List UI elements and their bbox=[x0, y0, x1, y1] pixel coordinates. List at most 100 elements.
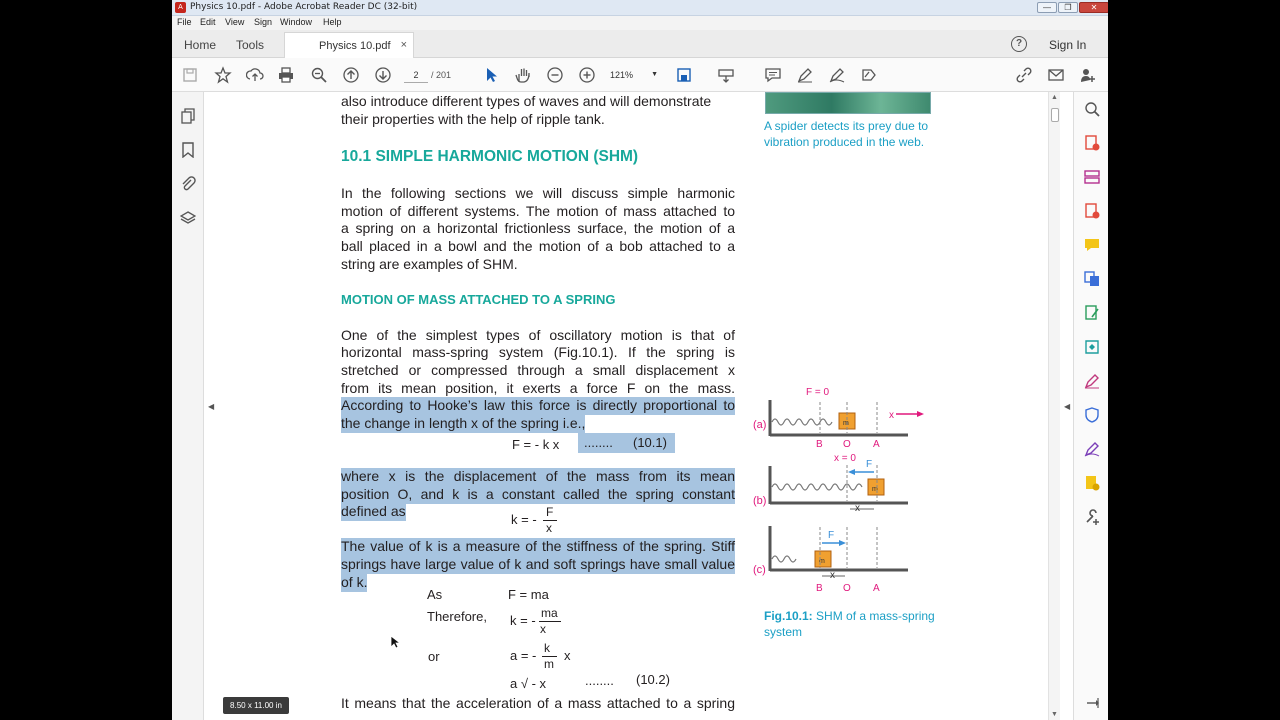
sign-in-link[interactable]: Sign In bbox=[1049, 38, 1086, 52]
edit-pdf-icon[interactable] bbox=[1084, 305, 1100, 321]
equation-10-1: F = - k x bbox=[512, 437, 560, 452]
para1-line-2: motion of different systems. The motion … bbox=[341, 203, 735, 219]
figure-caption-line-1: Fig.10.1: SHM of a mass-spring bbox=[764, 608, 935, 624]
scroll-down-icon[interactable]: ▼ bbox=[1051, 711, 1058, 718]
stiffness-line-3[interactable]: of k. bbox=[341, 574, 368, 592]
bookmark-star-icon[interactable] bbox=[214, 66, 232, 84]
vertical-scrollbar[interactable]: ▲ ▼ bbox=[1048, 92, 1060, 720]
highlight-pen-icon[interactable] bbox=[796, 66, 814, 84]
keyboard-tool-icon[interactable] bbox=[717, 66, 735, 84]
stiffness-line-2[interactable]: springs have large value of k and soft s… bbox=[341, 556, 735, 574]
therefore-equation: k = - bbox=[510, 613, 536, 628]
combine-files-icon[interactable] bbox=[1084, 271, 1100, 287]
protect-icon[interactable] bbox=[1084, 407, 1100, 423]
equation-10-1-highlight[interactable]: ........ (10.1) bbox=[578, 433, 675, 453]
menu-bar: File Edit View Sign Window Help bbox=[172, 16, 1108, 30]
add-user-icon[interactable] bbox=[1079, 66, 1097, 84]
para2-line-2: horizontal mass-spring system (Fig.10.1)… bbox=[341, 344, 735, 360]
previous-page-icon[interactable] bbox=[342, 66, 360, 84]
para1-line-5: string are examples of SHM. bbox=[341, 256, 518, 272]
label-A-a: A bbox=[873, 439, 880, 450]
help-icon[interactable]: ? bbox=[1011, 36, 1027, 52]
label-a: (a) bbox=[753, 419, 766, 431]
label-x0: x = 0 bbox=[834, 453, 856, 464]
tab-tools[interactable]: Tools bbox=[236, 38, 264, 52]
last-line: It means that the acceleration of a mass… bbox=[341, 695, 735, 711]
hand-tool-icon[interactable] bbox=[514, 66, 532, 84]
intro-line-2: their properties with the help of ripple… bbox=[341, 111, 605, 127]
fit-page-icon[interactable] bbox=[675, 66, 693, 84]
zoom-tool-icon[interactable] bbox=[1084, 101, 1100, 117]
figure-caption-bold: Fig.10.1: bbox=[764, 609, 813, 623]
search-zoom-icon[interactable] bbox=[310, 66, 328, 84]
where-line-1[interactable]: where x is the displacement of the mass … bbox=[341, 468, 735, 486]
restore-button[interactable]: ❐ bbox=[1058, 2, 1078, 13]
acrobat-app-icon: A bbox=[175, 2, 186, 13]
prepare-form-icon[interactable] bbox=[1084, 475, 1100, 491]
label-A-c: A bbox=[873, 583, 880, 594]
create-pdf-icon[interactable] bbox=[1084, 135, 1100, 151]
para1-line-1: In the following sections we will discus… bbox=[341, 185, 735, 201]
save-icon[interactable] bbox=[181, 66, 199, 84]
layers-icon[interactable] bbox=[179, 210, 197, 226]
bookmarks-icon[interactable] bbox=[180, 142, 196, 159]
where-line-3[interactable]: defined as bbox=[341, 503, 406, 521]
tab-home[interactable]: Home bbox=[184, 38, 216, 52]
collapse-right-panel-icon[interactable]: ◀ bbox=[1064, 402, 1070, 411]
fill-and-sign-icon[interactable] bbox=[1084, 373, 1100, 389]
hooke-line-2[interactable]: the change in length x of the spring i.e… bbox=[341, 415, 586, 433]
more-tools-icon[interactable] bbox=[1084, 509, 1100, 525]
mass-label-a: m bbox=[843, 420, 849, 427]
para2-line-3: stretched or compressed through a small … bbox=[341, 362, 735, 378]
menu-view[interactable]: View bbox=[225, 17, 244, 27]
next-page-icon[interactable] bbox=[374, 66, 392, 84]
email-icon[interactable] bbox=[1047, 66, 1065, 84]
collapse-tools-icon[interactable] bbox=[1084, 695, 1100, 711]
page-thumbnails-icon[interactable] bbox=[180, 108, 196, 124]
comment-tool-icon[interactable] bbox=[1084, 237, 1100, 253]
document-page: also introduce different types of waves … bbox=[216, 92, 1046, 720]
menu-edit[interactable]: Edit bbox=[200, 17, 216, 27]
menu-window[interactable]: Window bbox=[280, 17, 312, 27]
draw-icon[interactable] bbox=[828, 66, 846, 84]
link-edit-icon[interactable] bbox=[1015, 66, 1033, 84]
menu-file[interactable]: File bbox=[177, 17, 192, 27]
figure-caption-rest: SHM of a mass-spring bbox=[812, 609, 935, 623]
attachments-icon[interactable] bbox=[180, 176, 196, 192]
menu-help[interactable]: Help bbox=[323, 17, 342, 27]
close-window-button[interactable]: ✕ bbox=[1079, 2, 1108, 13]
select-cursor-icon[interactable] bbox=[482, 66, 500, 84]
stiffness-line-1[interactable]: The value of k is a measure of the stiff… bbox=[341, 538, 735, 556]
comment-icon[interactable] bbox=[764, 66, 782, 84]
proportional-equation: a √ - x bbox=[510, 676, 547, 691]
where-line-2[interactable]: position O, and k is a constant called t… bbox=[341, 486, 735, 504]
print-icon[interactable] bbox=[277, 66, 295, 84]
next-line-cutoff bbox=[341, 714, 735, 720]
scrollbar-thumb[interactable] bbox=[1051, 108, 1059, 122]
hooke-line-1[interactable]: According to Hooke’s law this force is d… bbox=[341, 397, 735, 415]
zoom-level-select[interactable]: 121% ▼ bbox=[610, 67, 658, 83]
title-bar: A Physics 10.pdf - Adobe Acrobat Reader … bbox=[172, 0, 1108, 16]
minimize-button[interactable]: — bbox=[1037, 2, 1057, 13]
organize-pages-icon[interactable] bbox=[1084, 169, 1100, 185]
page-number-input[interactable]: 2 bbox=[404, 67, 428, 83]
or-label: or bbox=[428, 649, 440, 664]
tab-document[interactable]: Physics 10.pdf × bbox=[284, 32, 414, 59]
right-tools-panel bbox=[1073, 92, 1108, 720]
menu-sign[interactable]: Sign bbox=[254, 17, 272, 27]
send-for-signature-icon[interactable] bbox=[1084, 441, 1100, 457]
left-navigation-panel bbox=[172, 92, 204, 720]
upload-cloud-icon[interactable] bbox=[245, 66, 264, 84]
para1-line-3: a spring on a horizontal frictionless su… bbox=[341, 220, 735, 236]
scan-ocr-icon[interactable] bbox=[1084, 339, 1100, 355]
therefore-numerator: ma bbox=[541, 606, 558, 620]
or-numerator: k bbox=[544, 641, 550, 655]
zoom-out-icon[interactable] bbox=[546, 66, 564, 84]
export-pdf-icon[interactable] bbox=[1084, 203, 1100, 219]
scroll-up-icon[interactable]: ▲ bbox=[1051, 94, 1058, 101]
zoom-in-icon[interactable] bbox=[578, 66, 596, 84]
collapse-left-panel-icon[interactable]: ◀ bbox=[208, 402, 214, 411]
zoom-level-value: 121% bbox=[610, 70, 634, 80]
close-tab-icon[interactable]: × bbox=[401, 39, 407, 51]
fill-sign-icon[interactable] bbox=[860, 66, 878, 84]
